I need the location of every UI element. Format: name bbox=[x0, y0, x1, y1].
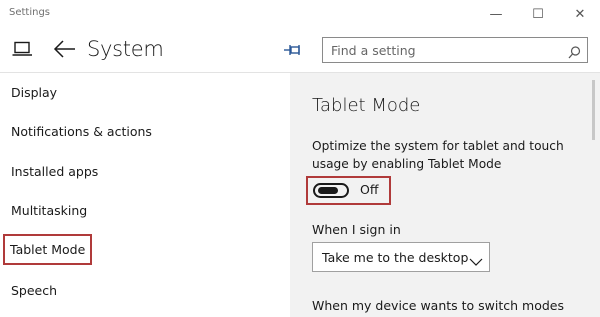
sidebar-item-speech[interactable]: Speech bbox=[11, 283, 57, 298]
switch-modes-label: When my device wants to switch modes bbox=[312, 298, 565, 313]
search-input[interactable] bbox=[331, 42, 561, 58]
sidebar-item-display[interactable]: Display bbox=[11, 85, 57, 100]
tablet-mode-description: Optimize the system for tablet and touch… bbox=[312, 139, 564, 171]
signin-label: When I sign in bbox=[312, 222, 401, 237]
app-title: Settings bbox=[9, 7, 51, 18]
title-bar: Settings — ☐ ✕ bbox=[0, 0, 600, 28]
sidebar-item-tablet-mode[interactable]: Tablet Mode bbox=[2, 234, 93, 265]
search-box[interactable] bbox=[322, 37, 588, 63]
minimize-button[interactable]: — bbox=[476, 0, 516, 28]
page-title: System bbox=[87, 37, 164, 61]
close-button[interactable]: ✕ bbox=[560, 0, 600, 28]
toggle-knob bbox=[318, 187, 338, 194]
toggle-state-label: Off bbox=[360, 182, 379, 197]
sidebar-item-multitasking[interactable]: Multitasking bbox=[11, 203, 87, 218]
back-arrow-icon[interactable] bbox=[53, 39, 77, 63]
laptop-icon bbox=[12, 41, 34, 61]
signin-dropdown-value: Take me to the desktop bbox=[322, 250, 469, 265]
signin-dropdown[interactable]: Take me to the desktop bbox=[312, 242, 490, 272]
scroll-thumb[interactable] bbox=[592, 80, 595, 140]
chevron-down-icon bbox=[469, 252, 483, 271]
sidebar-item-installed-apps[interactable]: Installed apps bbox=[11, 164, 98, 179]
maximize-button[interactable]: ☐ bbox=[518, 0, 558, 28]
search-icon[interactable] bbox=[568, 44, 581, 63]
pin-icon[interactable] bbox=[283, 42, 303, 61]
header: System bbox=[0, 28, 600, 72]
sidebar bbox=[0, 73, 290, 317]
tablet-mode-toggle[interactable] bbox=[313, 183, 349, 198]
section-title: Tablet Mode bbox=[312, 95, 421, 116]
sidebar-item-notifications[interactable]: Notifications & actions bbox=[11, 124, 152, 139]
